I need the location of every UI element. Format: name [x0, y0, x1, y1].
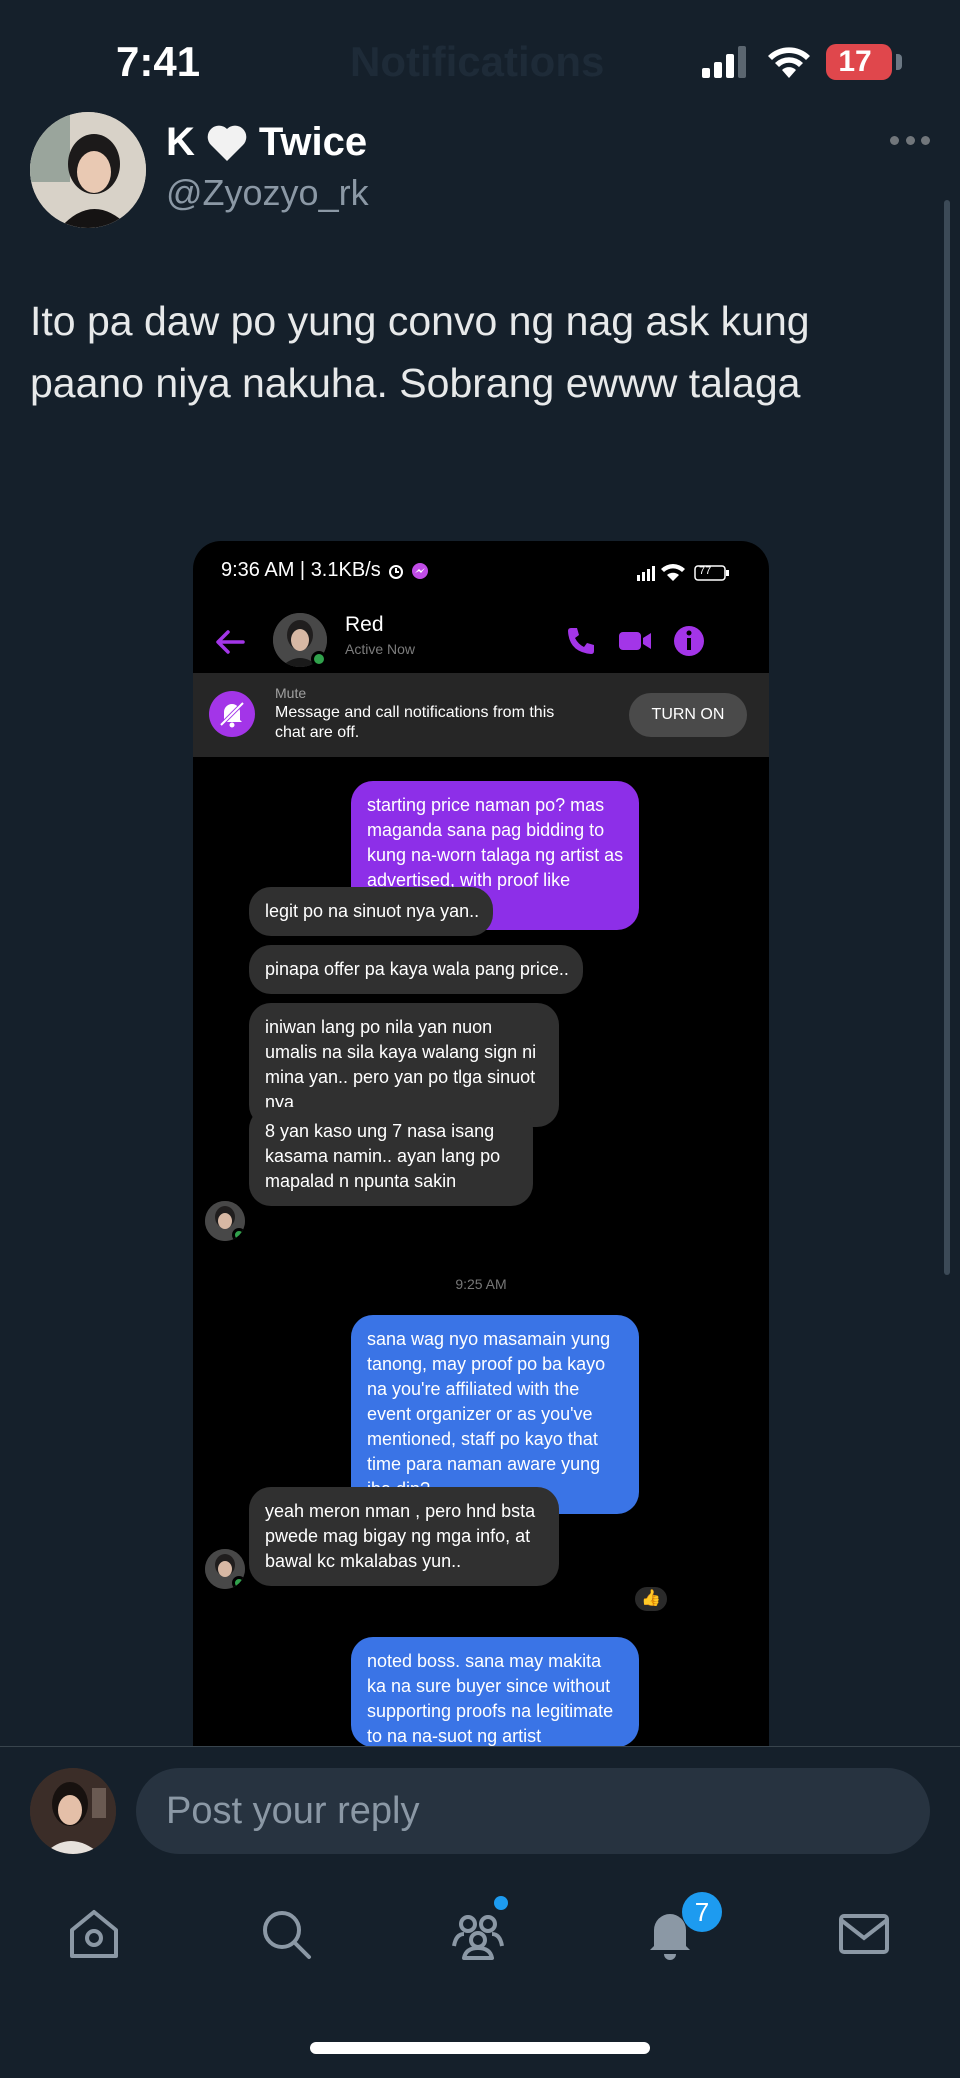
- phone-icon[interactable]: [563, 623, 599, 659]
- search-icon[interactable]: [258, 1906, 314, 1962]
- battery-tip: [896, 54, 902, 70]
- turn-on-button[interactable]: TURN ON: [629, 693, 747, 737]
- online-dot: [311, 651, 327, 667]
- user-avatar[interactable]: [30, 1768, 116, 1854]
- message-timestamp: 9:25 AM: [455, 1276, 507, 1292]
- back-arrow-icon[interactable]: [213, 625, 247, 659]
- communities-icon[interactable]: [450, 1906, 506, 1962]
- contact-name: Red: [345, 613, 384, 636]
- muted-bell-icon: [209, 691, 255, 737]
- message-bubble-sent[interactable]: sana wag nyo masamain yung tanong, may p…: [351, 1315, 639, 1514]
- mute-label: Mute: [275, 685, 307, 701]
- author-avatar[interactable]: [30, 112, 146, 228]
- screenshot-status-text: 9:36 AM | 3.1KB/s: [221, 559, 381, 581]
- message-bubble-received[interactable]: yeah meron nman , pero hnd bsta pwede ma…: [249, 1487, 559, 1586]
- tweet-media-image[interactable]: 9:36 AM | 3.1KB/s 77 Red Active Now Mute…: [193, 541, 769, 1746]
- contact-status: Active Now: [345, 641, 416, 657]
- screenshot-battery-level: 77: [699, 565, 712, 577]
- wifi-icon: [768, 47, 810, 78]
- message-bubble-sent[interactable]: noted boss. sana may makita ka na sure b…: [351, 1637, 639, 1746]
- message-bubble-received[interactable]: legit po na sinuot nya yan..: [249, 887, 494, 936]
- status-time: 7:41: [116, 38, 201, 85]
- status-bar: Notifications 7:41 17: [0, 0, 960, 120]
- header-title-faded: Notifications: [350, 38, 605, 85]
- thumbs-up-reaction-icon: 👍: [633, 1585, 669, 1613]
- home-indicator[interactable]: [310, 2042, 650, 2054]
- screenshot-system-icons: 77: [633, 563, 743, 583]
- reply-divider: [0, 1746, 960, 1747]
- scrollbar[interactable]: [944, 200, 950, 1275]
- author-avatar-image: [30, 112, 146, 228]
- alarm-icon: [388, 564, 403, 579]
- battery-level: 17: [838, 45, 872, 78]
- messenger-icon: [411, 562, 428, 579]
- mute-description: Message and call notifications from this…: [275, 704, 555, 741]
- tweet-text: Ito pa daw po yung convo ng nag ask kung…: [30, 298, 810, 406]
- screenshot-status-bar: 9:36 AM | 3.1KB/s: [221, 559, 429, 582]
- online-dot: [232, 1576, 245, 1589]
- display-name-suffix: Twice: [258, 120, 368, 164]
- messages-envelope-icon[interactable]: [836, 1906, 892, 1962]
- info-icon[interactable]: [671, 623, 707, 659]
- signal-icon: [702, 46, 746, 78]
- display-name[interactable]: K Twice: [166, 120, 367, 165]
- contact-avatar-small: [205, 1549, 245, 1589]
- reply-input[interactable]: Post your reply: [136, 1768, 930, 1854]
- author-handle[interactable]: @Zyozyo_rk: [166, 172, 369, 214]
- notifications-badge: 7: [682, 1892, 722, 1932]
- message-bubble-received[interactable]: pinapa offer pa kaya wala pang price..: [249, 945, 583, 994]
- message-bubble-received[interactable]: 8 yan kaso ung 7 nasa isang kasama namin…: [249, 1107, 533, 1206]
- online-dot: [232, 1228, 245, 1241]
- battery-icon: 17: [826, 44, 892, 80]
- contact-avatar-small: [205, 1201, 245, 1241]
- video-call-icon[interactable]: [617, 623, 653, 659]
- white-heart-icon: [207, 125, 247, 161]
- home-icon[interactable]: [66, 1906, 122, 1962]
- communities-indicator-dot: [494, 1896, 508, 1910]
- mute-banner: Mute Message and call notifications from…: [193, 673, 769, 757]
- display-name-text: K: [166, 120, 195, 164]
- more-options-icon[interactable]: [890, 130, 930, 150]
